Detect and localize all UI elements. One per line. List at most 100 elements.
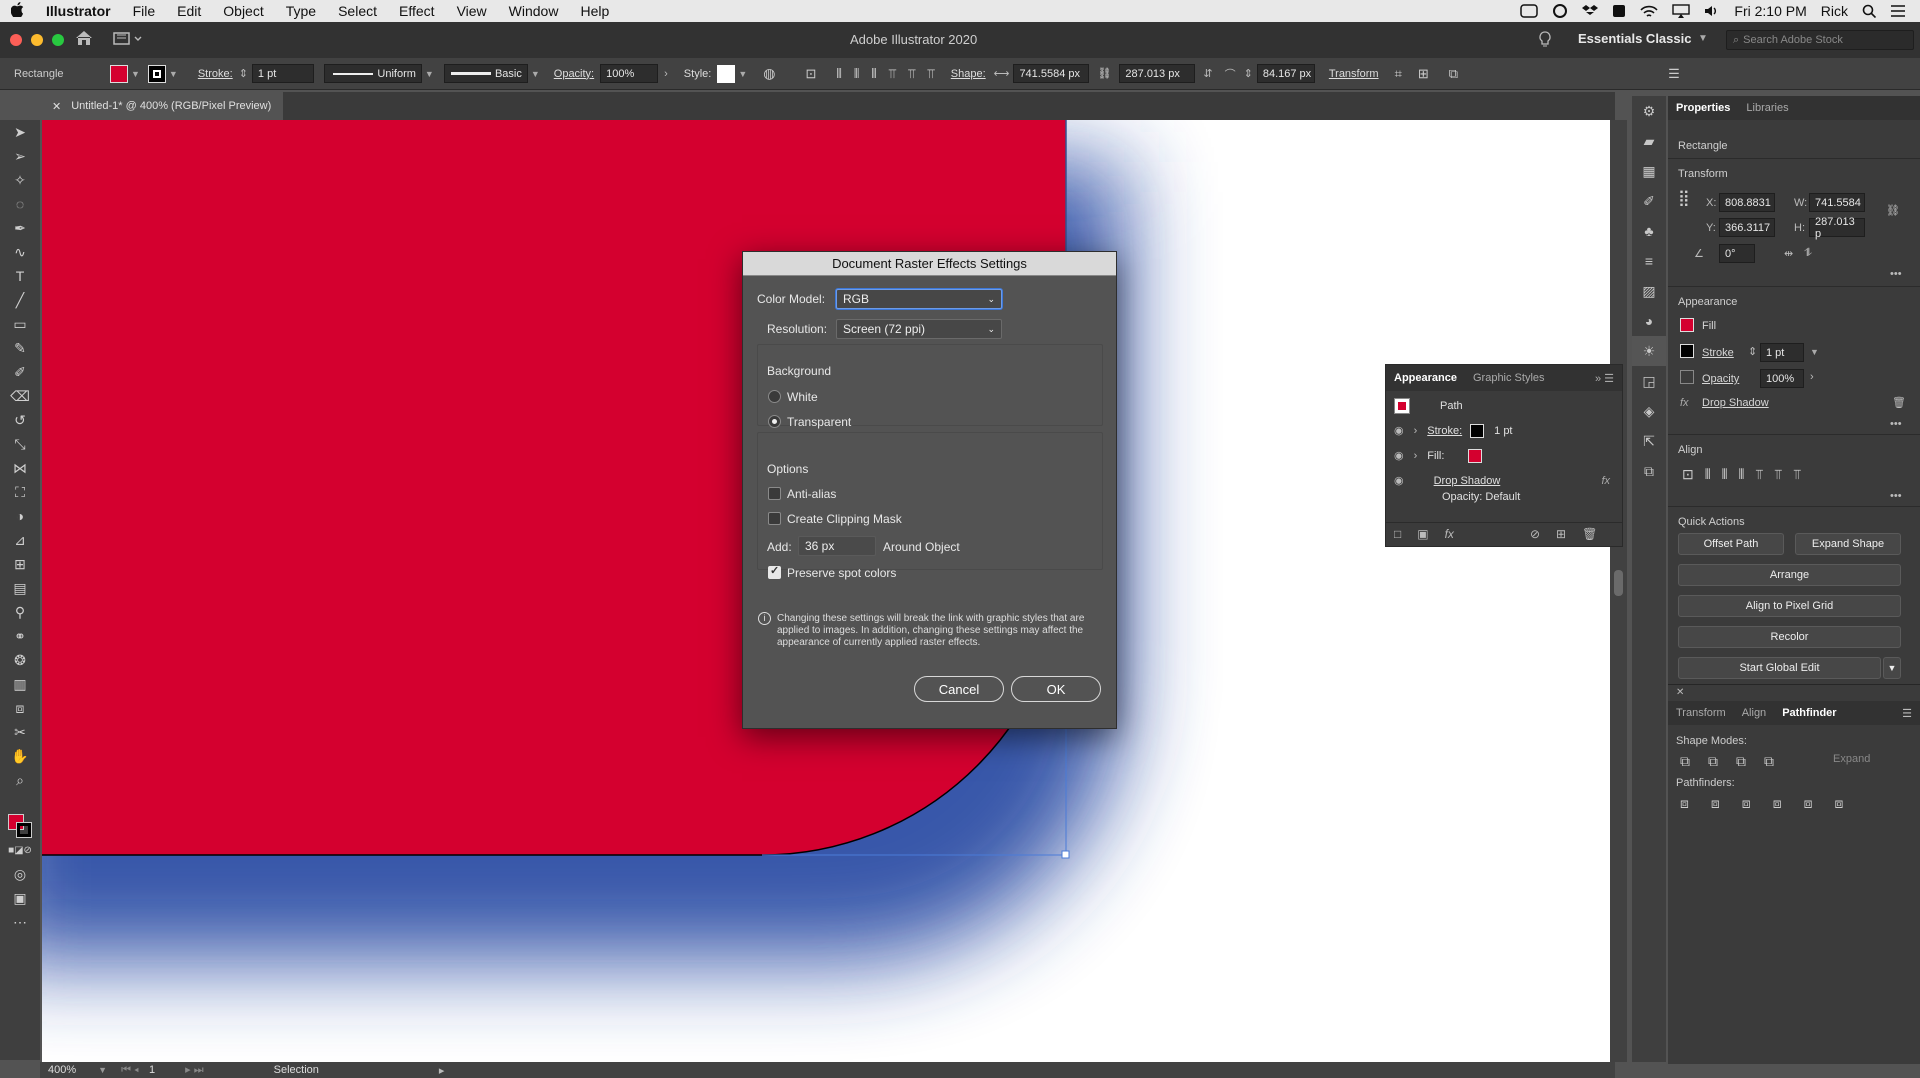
drop-shadow-link[interactable]: Drop Shadow <box>1702 397 1769 409</box>
more-tools-icon[interactable]: ⋯ <box>0 910 40 934</box>
tab-properties[interactable]: Properties <box>1668 96 1738 120</box>
next-artboard-icon[interactable]: ▸ ⏭ <box>185 1063 203 1077</box>
panel-menu-icon[interactable]: ☰ <box>1668 66 1680 82</box>
menu-file[interactable]: File <box>122 3 167 19</box>
brush-definition[interactable]: Basic <box>443 64 528 83</box>
user-name[interactable]: Rick <box>1821 3 1848 19</box>
stepper-icon[interactable]: ⇕ <box>1748 345 1757 358</box>
gradient-tool-icon[interactable]: ▤ <box>0 576 40 600</box>
chevron-down-icon[interactable]: ▼ <box>738 69 747 79</box>
color-model-select[interactable]: RGB ⌄ <box>836 289 1002 309</box>
menu-edit[interactable]: Edit <box>166 3 212 19</box>
column-graph-tool-icon[interactable]: ▥ <box>0 672 40 696</box>
ok-button[interactable]: OK <box>1011 676 1101 702</box>
panel-menu-icon[interactable]: ☰ <box>1902 707 1912 720</box>
brushes-panel-icon[interactable]: ✐ <box>1632 186 1666 216</box>
magic-wand-tool-icon[interactable]: ✧ <box>0 168 40 192</box>
recolor-button[interactable]: Recolor <box>1678 626 1901 648</box>
spotlight-icon[interactable] <box>1862 4 1876 18</box>
sync-icon[interactable] <box>1552 3 1568 19</box>
mesh-tool-icon[interactable]: ⊞ <box>0 552 40 576</box>
corner-radius-input[interactable]: 84.167 px <box>1256 64 1315 83</box>
menu-object[interactable]: Object <box>212 3 274 19</box>
zoom-tool-icon[interactable]: ⌕ <box>0 768 40 792</box>
menu-effect[interactable]: Effect <box>388 3 446 19</box>
cancel-button[interactable]: Cancel <box>914 676 1004 702</box>
stroke-swatch[interactable] <box>1470 423 1485 438</box>
chevron-down-icon[interactable]: ▼ <box>1883 657 1901 679</box>
preserve-spot-checkbox[interactable]: ✓ <box>768 565 781 579</box>
fill-swatch[interactable] <box>1468 448 1483 463</box>
opacity-input[interactable]: 100% <box>600 64 659 83</box>
more-options-icon[interactable]: ••• <box>1890 490 1902 502</box>
rotate-input[interactable]: 0° <box>1719 244 1755 263</box>
chevron-right-icon[interactable]: ▸ <box>439 1064 445 1077</box>
constrain-proportions-icon[interactable]: ⛓ <box>1886 204 1900 217</box>
opacity-input[interactable]: 100% <box>1760 369 1804 388</box>
draw-mode-icon[interactable]: ◎ <box>0 862 40 886</box>
shape-label[interactable]: Shape: <box>951 68 986 80</box>
delete-item-icon[interactable]: 🗑 <box>1582 527 1597 541</box>
drop-shadow-link[interactable]: Drop Shadow <box>1434 475 1501 487</box>
perspective-grid-tool-icon[interactable]: ⊿ <box>0 528 40 552</box>
more-options-icon[interactable]: ••• <box>1890 418 1902 430</box>
pathfinder-buttons-icon[interactable]: ⧈⧈⧈⧈⧈⧈ <box>1680 795 1865 812</box>
corner-type-icon[interactable]: ⌒ <box>1225 66 1236 82</box>
artboards-panel-icon[interactable]: ⧉ <box>1632 456 1666 486</box>
opacity-label[interactable]: Opacity: <box>554 68 594 80</box>
menu-window[interactable]: Window <box>498 3 570 19</box>
close-icon[interactable]: ✕ <box>52 100 61 113</box>
fx-icon[interactable]: fx <box>1601 475 1610 487</box>
chevron-right-icon[interactable]: › <box>1810 371 1814 383</box>
slice-tool-icon[interactable]: ✂ <box>0 720 40 744</box>
window-minimize-button[interactable] <box>31 34 43 46</box>
stepper-icon[interactable]: ⇕ <box>1244 67 1253 80</box>
transparency-panel-icon[interactable]: ◕ <box>1632 306 1666 336</box>
stepper-icon[interactable]: ⇕ <box>239 67 248 80</box>
stock-search-input[interactable]: ⌕ Search Adobe Stock <box>1726 30 1914 50</box>
properties-panel-icon[interactable]: ⚙ <box>1632 96 1666 126</box>
apple-icon[interactable] <box>0 2 35 20</box>
window-zoom-button[interactable] <box>52 34 64 46</box>
white-radio[interactable] <box>768 390 781 403</box>
visibility-eye-icon[interactable]: ◉ <box>1394 474 1404 487</box>
zoom-level[interactable]: 400% <box>48 1064 76 1076</box>
rectangle-tool-icon[interactable]: ▭ <box>0 312 40 336</box>
h-input[interactable]: 287.013 p <box>1809 216 1865 240</box>
chevron-right-icon[interactable]: › <box>664 68 668 80</box>
reference-point-icon[interactable]: ⣿ <box>1678 188 1690 208</box>
chevron-right-icon[interactable]: › <box>1414 450 1418 462</box>
stroke-weight-input[interactable]: 1 pt <box>251 64 314 83</box>
opacity-row[interactable]: Opacity: Default <box>1442 491 1520 503</box>
status-tool[interactable]: Selection <box>274 1064 319 1076</box>
align-pixel-grid-button[interactable]: Align to Pixel Grid <box>1678 595 1901 617</box>
fill-stroke-widget[interactable] <box>0 792 40 838</box>
chevron-down-icon[interactable]: ▼ <box>98 1065 107 1075</box>
expand-button[interactable]: Expand <box>1833 753 1870 765</box>
clipping-mask-label[interactable]: Create Clipping Mask <box>787 512 902 526</box>
layers-panel-icon[interactable]: ◈ <box>1632 396 1666 426</box>
chevron-down-icon[interactable]: ▼ <box>425 69 434 79</box>
close-icon[interactable]: ✕ <box>1676 687 1684 698</box>
stroke-label[interactable]: Stroke <box>1702 347 1734 359</box>
wifi-icon[interactable] <box>1640 5 1658 18</box>
panel-menu-icon[interactable]: » ☰ <box>1595 372 1622 385</box>
menu-view[interactable]: View <box>446 3 498 19</box>
creative-cloud-icon[interactable] <box>1520 4 1539 18</box>
more-options-icon[interactable]: ••• <box>1890 268 1902 280</box>
document-tab[interactable]: ✕ Untitled-1* @ 400% (RGB/Pixel Preview) <box>40 92 284 120</box>
trash-icon[interactable]: 🗑 <box>1892 396 1906 409</box>
add-fill-icon[interactable]: ▣ <box>1417 527 1428 541</box>
x-input[interactable]: 808.8831 <box>1719 193 1775 212</box>
rotate-tool-icon[interactable]: ↺ <box>0 408 40 432</box>
align-to-icon[interactable]: ⊡ <box>805 66 816 82</box>
lasso-tool-icon[interactable]: ◌ <box>0 192 40 216</box>
shape-height-input[interactable]: 287.013 px <box>1119 64 1196 83</box>
warp-icon[interactable]: ⧉ <box>1449 66 1458 82</box>
start-global-edit-button[interactable]: Start Global Edit <box>1678 657 1881 679</box>
anti-alias-checkbox[interactable] <box>768 487 781 500</box>
chevron-down-icon[interactable]: ▼ <box>531 69 540 79</box>
stroke-swatch[interactable] <box>147 64 166 83</box>
symbols-panel-icon[interactable]: ♣ <box>1632 216 1666 246</box>
variable-width-profile[interactable]: Uniform <box>323 64 422 83</box>
